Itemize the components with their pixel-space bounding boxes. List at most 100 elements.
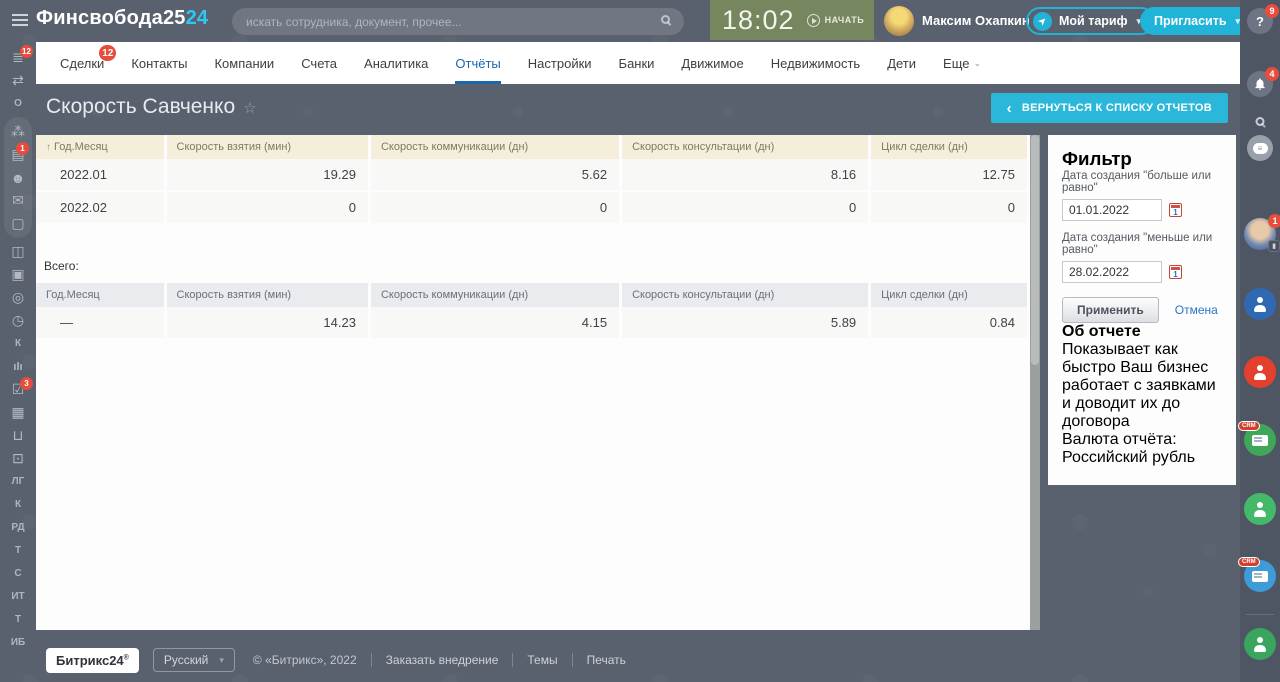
tab-settings[interactable]: Настройки [528,42,592,84]
chevron-down-icon: ⌄ [973,57,982,68]
workgroup-avatar-o[interactable]: O [0,92,36,115]
bitrix-brand-button[interactable]: Битрикс24® [46,647,139,673]
column-header-consult-speed[interactable]: Скорость консультации (дн) [620,135,872,159]
search-icon[interactable] [661,15,670,24]
column-header-comm-speed: Скорость коммуникации (дн) [369,283,623,307]
timer-start-button[interactable]: НАЧАТЬ [806,13,865,27]
hamburger-menu-icon[interactable] [12,14,28,26]
order-implementation-link[interactable]: Заказать внедрение [370,653,498,667]
feedback-chat-button[interactable]: ≡ [1247,135,1273,161]
play-icon [806,13,820,27]
date-to-label: Дата создания "меньше или равно" [1062,232,1213,256]
workgroup-avatar[interactable]: Т [0,608,36,631]
work-timer[interactable]: 18:02 НАЧАТЬ [710,0,874,40]
browser-window-icon[interactable]: ⊡ [0,447,36,470]
tab-movable[interactable]: Движимое [681,42,743,84]
logo-text: Финсвобода25 [36,7,186,29]
network-share-icon[interactable]: ⁂ [4,120,32,143]
cash-register-icon[interactable]: ▦ [0,401,36,424]
cell-value: 8.16 [620,159,872,192]
language-selector[interactable]: Русский ▾ [152,648,235,672]
phone-mini-icon: ▮ [1268,240,1280,252]
clock-icon[interactable]: ◷ [0,309,36,332]
search-button[interactable] [1255,113,1265,131]
tab-children[interactable]: Дети [887,42,916,84]
group-chat-icon[interactable] [1244,288,1276,320]
crm-label: CRM [1238,421,1260,431]
search-input[interactable] [232,8,684,35]
workgroup-avatar[interactable]: К [0,493,36,516]
workgroup-avatar[interactable]: С [0,562,36,585]
user-avatar[interactable] [884,6,914,36]
column-header-take-speed[interactable]: Скорость взятия (мин) [165,135,371,159]
invite-button[interactable]: Пригласить ▾ [1140,7,1255,35]
table-header-row: ↑ Год.Месяц Скорость взятия (мин) Скорост… [36,135,1030,159]
themes-link[interactable]: Темы [512,653,558,667]
date-from-input[interactable] [1062,199,1162,221]
scrollbar-thumb[interactable] [1031,135,1039,365]
tab-analytics[interactable]: Аналитика [364,42,428,84]
notifications-bell-button[interactable]: 4 [1247,67,1279,97]
mail-icon[interactable]: ✉ [4,189,32,212]
back-to-reports-button[interactable]: ‹ ВЕРНУТЬСЯ К СПИСКУ ОТЧЕТОВ [990,93,1228,123]
contact-chat-icon[interactable] [1244,628,1276,660]
tariff-button[interactable]: ➤ Мой тариф ▾ [1026,7,1156,35]
chart-icon[interactable]: ılı [0,355,36,378]
chat-user-avatar[interactable]: 1 ▮ [1244,214,1280,252]
date-to-input[interactable] [1062,261,1162,283]
report-table: ↑ Год.Месяц Скорость взятия (мин) Скорост… [36,135,1030,225]
pinned-icon-group: ⁂ ▤ 1 ☻ ✉ ▢ [4,117,32,238]
crm-chat-icon[interactable]: CRM [1238,421,1276,456]
column-header-deal-cycle[interactable]: Цикл сделки (дн) [869,135,1030,159]
cell-month: 2022.02 [36,191,167,225]
person-icon [1253,364,1267,380]
favorite-star-icon[interactable]: ☆ [243,100,256,117]
contact-card-icon[interactable]: ▣ [0,263,36,286]
tasks-icon[interactable]: ☑ 3 [0,377,36,401]
contact-chat-icon[interactable] [1244,493,1276,525]
workgroup-avatar[interactable]: ИБ [0,631,36,654]
tab-invoices[interactable]: Счета [301,42,337,84]
column-header-comm-speed[interactable]: Скорость коммуникации (дн) [369,135,623,159]
workgroup-avatar[interactable]: ЛГ [0,470,36,493]
table-row[interactable]: 2022.01 19.29 5.62 8.16 12.75 [36,159,1030,192]
workgroup-avatar[interactable]: РД [0,516,36,539]
calendar-icon[interactable] [1169,203,1182,217]
tab-contacts[interactable]: Контакты [131,42,187,84]
calendar-icon[interactable] [1169,265,1182,279]
book-icon[interactable]: ◫ [0,240,36,263]
cell-month: — [36,307,167,340]
apply-button[interactable]: Применить [1062,297,1159,323]
user-menu[interactable]: Максим Охапкин▾ [922,13,1038,28]
column-header-month[interactable]: ↑ Год.Месяц [36,135,167,159]
workgroup-avatar-k[interactable]: К [0,332,36,355]
tab-realestate[interactable]: Недвижимость [771,42,860,84]
cancel-link[interactable]: Отмена [1175,303,1218,317]
help-button[interactable]: ? 9 [1247,4,1279,34]
tab-reports[interactable]: Отчёты [455,42,500,84]
tab-companies[interactable]: Компании [214,42,274,84]
sort-asc-icon: ↑ [46,142,51,153]
table-row[interactable]: 2022.02 0 0 0 0 [36,191,1030,225]
document-icon[interactable]: ▢ [4,212,32,235]
feed-badge: 12 [20,45,33,58]
print-link[interactable]: Печать [571,653,626,667]
sync-icon[interactable]: ⇄ [0,69,36,92]
vertical-scrollbar[interactable] [1030,135,1040,630]
contact-chat-icon[interactable] [1244,356,1276,388]
app-logo[interactable]: Финсвобода2524 [36,7,208,30]
tab-deals[interactable]: Сделки 12 [60,42,117,84]
left-icon-rail: ≣ 12 ⇄ O ⁂ ▤ 1 ☻ ✉ ▢ ◫ ▣ ◎ ◷ К ılı ☑ 3 ▦ ⊔ … [0,42,36,682]
filter-title: Фильтр [1062,148,1132,169]
target-icon[interactable]: ◎ [0,286,36,309]
live-feed-icon[interactable]: ≣ 12 [0,45,36,69]
tab-banks[interactable]: Банки [619,42,655,84]
column-header-deal-cycle: Цикл сделки (дн) [869,283,1030,307]
cart-icon[interactable]: ⊔ [0,424,36,447]
tab-more[interactable]: Еще ⌄ [943,42,981,84]
workgroup-avatar[interactable]: Т [0,539,36,562]
people-icon[interactable]: ☻ [4,166,32,189]
crm-chat-icon[interactable]: CRM [1238,557,1276,592]
workgroup-avatar[interactable]: ИТ [0,585,36,608]
news-icon[interactable]: ▤ 1 [4,142,32,166]
